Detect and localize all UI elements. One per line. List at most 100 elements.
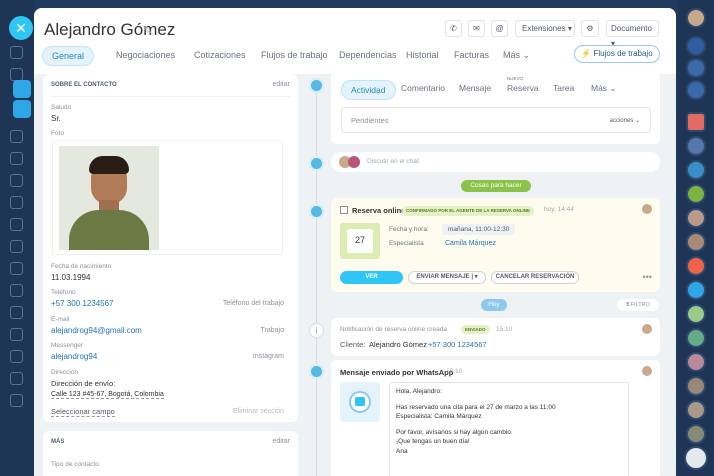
pencil-icon[interactable]: ✎ xyxy=(143,24,152,37)
page-title[interactable]: Alejandro Gómez xyxy=(44,20,175,40)
tab-mensaje[interactable]: Mensaje xyxy=(459,77,491,99)
card-icon[interactable] xyxy=(10,152,23,165)
pending-label: Pendientes xyxy=(351,116,389,125)
avatar[interactable] xyxy=(686,328,706,348)
globe-icon[interactable] xyxy=(10,284,23,297)
specialist-link[interactable]: Camila Márquez xyxy=(445,240,496,247)
reserva-time: hoy, 14:44 xyxy=(544,206,574,213)
chat-icon[interactable] xyxy=(10,262,23,275)
calendar-icon[interactable] xyxy=(10,130,23,143)
chart-icon[interactable] xyxy=(10,240,23,253)
document-dropdown[interactable]: Documento ▾ xyxy=(606,20,659,48)
tab-general[interactable]: General xyxy=(42,46,95,66)
message-line: ¡Que tengas un buen día! xyxy=(396,438,470,445)
client-name: Alejandro Gómez xyxy=(369,340,427,349)
client-phone[interactable]: +57 300 1234567 xyxy=(428,340,487,349)
bell-icon[interactable] xyxy=(686,36,706,56)
reserva-checkbox[interactable] xyxy=(340,206,348,214)
message-bubble: Hola, Alejandro: Has reservado una cita … xyxy=(389,382,629,476)
search-icon[interactable] xyxy=(686,58,706,78)
saludo-label: Saludo xyxy=(51,104,72,111)
actions-dropdown[interactable]: acciones ⌄ xyxy=(610,117,640,124)
calendar-day: 27 xyxy=(347,229,373,253)
tab-comentario[interactable]: Comentario xyxy=(401,77,445,99)
grid-icon[interactable] xyxy=(10,350,23,363)
crm-icon[interactable] xyxy=(13,80,31,98)
tab-reserva[interactable]: Reserva xyxy=(507,77,539,99)
phone-link[interactable]: +57 300 1234567 xyxy=(51,299,114,308)
workflows-label: Flujos de trabajo xyxy=(593,49,653,58)
user-avatar[interactable] xyxy=(686,8,706,28)
contacts-icon[interactable] xyxy=(13,100,31,118)
edit-link[interactable]: editar xyxy=(272,438,290,445)
cloud-icon[interactable] xyxy=(10,328,23,341)
at-icon[interactable]: @ xyxy=(491,20,508,37)
tab-actividad[interactable]: Actividad xyxy=(341,80,396,100)
avatar[interactable] xyxy=(686,304,706,324)
box-icon[interactable] xyxy=(10,372,23,385)
avatar[interactable] xyxy=(686,232,706,252)
phone-label: Teléfono xyxy=(51,289,76,296)
remove-section-link[interactable]: Eliminar sección xyxy=(233,408,284,415)
mail-icon[interactable]: ✉ xyxy=(468,20,485,37)
edit-link[interactable]: editar xyxy=(272,81,290,88)
notification-title: Notificación de reserva online creada xyxy=(340,326,447,333)
tab-dependencias[interactable]: Dependencias xyxy=(339,44,397,66)
tab-mas[interactable]: Más ⌄ xyxy=(503,44,530,66)
avatar[interactable] xyxy=(686,208,706,228)
doc-icon[interactable] xyxy=(10,196,23,209)
avatar[interactable] xyxy=(686,184,706,204)
send-message-button[interactable]: ENVIAR MENSAJE | ▾ xyxy=(408,271,486,284)
pending-box[interactable]: Pendientes acciones ⌄ xyxy=(341,107,651,133)
close-icon[interactable]: ✕ xyxy=(9,16,33,40)
message-line: Hola, Alejandro: xyxy=(396,388,442,395)
calendar-icon xyxy=(309,204,324,219)
more-icon[interactable]: ••• xyxy=(643,273,652,282)
select-field-link[interactable]: Seleccionar campo xyxy=(51,407,115,417)
workflows-button[interactable]: ⚡ Flujos de trabajo xyxy=(574,45,660,63)
message-line: Has reservado una cita para el 27 de mar… xyxy=(396,403,556,411)
extensions-label: Extensiones xyxy=(522,24,566,33)
settings-icon[interactable] xyxy=(10,306,23,319)
task-icon[interactable] xyxy=(10,174,23,187)
menu-icon[interactable] xyxy=(684,446,708,470)
birth-label: Fecha de nacimiento xyxy=(51,263,112,270)
gear-icon[interactable]: ⚙ xyxy=(581,20,599,37)
photo-frame[interactable] xyxy=(52,140,283,255)
messenger-link[interactable]: alejandrog94 xyxy=(51,352,97,361)
status-badge: CONFIRMADO POR EL AGENTE DE LA RESERVA O… xyxy=(402,206,535,216)
filter-button[interactable]: ⩩ FILTRO xyxy=(617,299,659,311)
avatar[interactable] xyxy=(686,352,706,372)
ver-button[interactable]: VER xyxy=(340,271,403,284)
message-icon xyxy=(340,382,380,422)
tab-historial[interactable]: Historial xyxy=(406,44,439,66)
avatar[interactable] xyxy=(686,160,706,180)
avatar[interactable] xyxy=(686,400,706,420)
tab-cotizaciones[interactable]: Cotizaciones xyxy=(194,44,246,66)
avatar[interactable] xyxy=(686,376,706,396)
people-icon[interactable] xyxy=(10,218,23,231)
group-icon[interactable] xyxy=(686,256,706,276)
avatar[interactable] xyxy=(686,280,706,300)
tab-negociaciones[interactable]: Negociaciones xyxy=(116,44,175,66)
cancel-reservation-button[interactable]: CANCELAR RESERVACIÓN xyxy=(491,271,579,284)
tasks-icon[interactable] xyxy=(686,112,706,132)
menu-icon[interactable] xyxy=(10,46,23,59)
more-icon[interactable] xyxy=(10,394,23,407)
chat-icon[interactable] xyxy=(686,80,706,100)
tab-facturas[interactable]: Facturas xyxy=(454,44,489,66)
whatsapp-title: Mensaje enviado por WhatsApp xyxy=(340,368,454,377)
email-link[interactable]: alejandrog94@gmail.com xyxy=(51,326,142,335)
extensions-dropdown[interactable]: Extensiones ▾ xyxy=(515,20,575,37)
phone-icon[interactable]: ✆ xyxy=(445,20,462,37)
tab-tarea[interactable]: Tarea xyxy=(553,77,574,99)
send-message-label: ENVIAR MENSAJE xyxy=(416,274,470,280)
avatar[interactable] xyxy=(686,136,706,156)
chat-input[interactable]: Discutir en el chat xyxy=(331,152,660,172)
tab-mas-activity[interactable]: Más ⌄ xyxy=(591,77,617,99)
tab-flujos[interactable]: Flujos de trabajo xyxy=(261,44,328,66)
message-line: Especialista: Camila Márquez xyxy=(396,413,482,420)
avatar[interactable] xyxy=(686,424,706,444)
address-value[interactable]: Calle 123 #45-67, Bogotá, Colombia xyxy=(51,391,164,399)
address-sub: Dirección de envío: xyxy=(51,379,116,388)
